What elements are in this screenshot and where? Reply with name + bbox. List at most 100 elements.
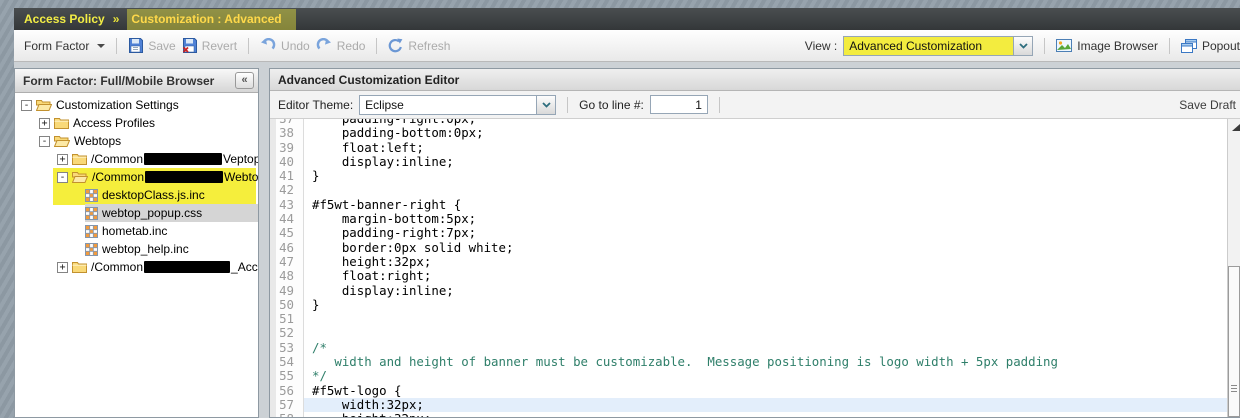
expand-plus-icon[interactable]: + xyxy=(57,153,68,165)
form-factor-dropdown[interactable]: Form Factor xyxy=(24,39,106,53)
save-draft-button[interactable]: Save Draft xyxy=(1179,98,1236,112)
code-line-text: #f5wt-logo { xyxy=(312,382,402,398)
folder-closed-icon xyxy=(72,261,87,273)
code-line-text: height:32px; xyxy=(304,411,1227,417)
code-line[interactable]: 44 margin-bottom:5px; xyxy=(270,211,1227,227)
code-line[interactable]: 46 border:0px solid white; xyxy=(270,240,1227,255)
view-select[interactable]: Advanced Customization xyxy=(843,35,1034,56)
code-line[interactable]: 45 padding-right:7px; xyxy=(270,225,1227,241)
expand-plus-icon[interactable]: + xyxy=(39,117,50,129)
code-line[interactable]: 50 } xyxy=(270,296,1227,313)
chevron-down-icon[interactable] xyxy=(1013,36,1033,55)
resize-handle-icon xyxy=(1232,124,1240,131)
code-editor[interactable]: 37 padding-right:0px; 38 padding-bottom:… xyxy=(270,119,1240,417)
line-number: 49 xyxy=(270,283,304,298)
code-line-text: #f5wt-banner-right { xyxy=(312,196,462,212)
tree-item-customization-settings[interactable]: - Customization Settings xyxy=(15,96,258,114)
code-line-text: display:inline; xyxy=(312,153,454,169)
folder-open-icon xyxy=(54,135,70,147)
chevron-down-icon[interactable] xyxy=(536,95,556,114)
code-lines: 37 padding-right:0px; 38 padding-bottom:… xyxy=(270,119,1240,417)
tree-item-common-webtop-2[interactable]: - /CommonWebtop xyxy=(15,168,258,186)
breadcrumb-section[interactable]: Access Policy xyxy=(24,12,105,26)
collapse-minus-icon[interactable]: - xyxy=(21,99,32,111)
code-line-text: /* xyxy=(312,339,327,355)
refresh-button[interactable]: Refresh xyxy=(388,38,450,53)
code-line[interactable]: 42 xyxy=(270,183,1227,198)
code-line[interactable]: 38 padding-bottom:0px; xyxy=(270,125,1227,141)
code-line[interactable]: 53 /* xyxy=(270,339,1227,356)
tree-item-label: webtop_popup.css xyxy=(102,206,203,220)
tree-item-common-webtop-1[interactable]: + /Common Veptop xyxy=(15,150,258,168)
code-line[interactable]: 54 width and height of banner must be cu… xyxy=(270,354,1227,370)
line-number: 53 xyxy=(270,340,304,356)
undo-label: Undo xyxy=(281,38,310,53)
popout-button[interactable]: Popout xyxy=(1180,38,1240,53)
collapse-panel-button[interactable]: « xyxy=(235,72,254,89)
vertical-scrollbar[interactable] xyxy=(1227,119,1240,417)
undo-button[interactable]: Undo xyxy=(260,38,310,53)
code-line-text: width and height of banner must be custo… xyxy=(312,354,1058,370)
folder-closed-icon xyxy=(72,153,87,165)
toolbar-divider xyxy=(567,96,569,113)
view-select-value-highlighted: Advanced Customization xyxy=(844,36,1014,55)
image-browser-button[interactable]: Image Browser xyxy=(1056,39,1158,53)
toolbar-divider xyxy=(1044,37,1046,54)
editor-title-bar: Advanced Customization Editor xyxy=(270,69,1240,91)
file-icon xyxy=(85,242,98,256)
redaction-bar xyxy=(144,261,231,273)
code-line-text: padding-bottom:0px; xyxy=(312,125,484,141)
tree-item-webtops[interactable]: - Webtops xyxy=(15,132,258,150)
line-number: 45 xyxy=(270,226,304,241)
line-number: 57 xyxy=(270,397,304,413)
refresh-icon xyxy=(389,38,403,53)
code-line[interactable]: 55 */ xyxy=(270,369,1227,384)
revert-button[interactable]: Revert xyxy=(182,38,237,53)
tree-item-hometab-inc[interactable]: hometab.inc xyxy=(15,222,258,240)
collapse-minus-icon[interactable]: - xyxy=(57,171,68,183)
editor-theme-label: Editor Theme: xyxy=(278,97,354,112)
line-number: 42 xyxy=(270,183,304,198)
code-line-text: } xyxy=(312,296,320,312)
tree-item-common-access-webtop[interactable]: + /Common_Access_W xyxy=(15,258,258,276)
scrollbar-thumb[interactable] xyxy=(1228,266,1240,417)
code-line-text: margin-bottom:5px; xyxy=(312,211,477,227)
main-toolbar: Form Factor Save Revert Undo Redo Refres… xyxy=(14,30,1240,62)
code-line[interactable]: 40 display:inline; xyxy=(270,153,1227,170)
tree-item-desktopclass-js-inc[interactable]: desktopClass.js.inc xyxy=(15,186,258,204)
code-line[interactable]: 52 xyxy=(270,326,1227,341)
expand-plus-icon[interactable]: + xyxy=(57,261,68,273)
code-line[interactable]: 58 height:32px; xyxy=(270,411,1227,417)
code-line[interactable]: 48 float:right; xyxy=(270,268,1227,284)
tree-item-access-profiles[interactable]: + Access Profiles xyxy=(15,114,258,132)
line-number: 54 xyxy=(270,354,304,370)
line-number: 55 xyxy=(270,369,304,384)
goto-line-label: Go to line #: xyxy=(579,97,644,112)
code-line[interactable]: 47 height:32px; xyxy=(270,253,1227,270)
code-line-text: padding-right:7px; xyxy=(312,225,477,241)
redo-button[interactable]: Redo xyxy=(316,38,365,53)
save-icon xyxy=(129,38,144,53)
toolbar-divider xyxy=(376,37,378,54)
save-button[interactable]: Save xyxy=(128,38,176,53)
code-line[interactable]: 51 xyxy=(270,311,1227,327)
code-line[interactable]: 39 float:left; xyxy=(270,140,1227,155)
tree-item-label: webtop_help.inc xyxy=(102,242,189,256)
main-area: Form Factor: Full/Mobile Browser « - Cus… xyxy=(14,62,1240,418)
collapse-minus-icon[interactable]: - xyxy=(39,135,50,147)
tree-item-label: Customization Settings xyxy=(56,98,179,112)
code-line[interactable]: 43 #f5wt-banner-right { xyxy=(270,196,1227,213)
redo-icon xyxy=(316,38,331,50)
tree-item-webtop-help-inc[interactable]: webtop_help.inc xyxy=(15,240,258,258)
code-line[interactable]: 56 #f5wt-logo { xyxy=(270,382,1227,398)
editor-theme-select[interactable]: Eclipse xyxy=(359,94,557,115)
tree-item-webtop-popup-css[interactable]: webtop_popup.css xyxy=(15,204,258,222)
code-line[interactable]: 41 } xyxy=(270,168,1227,184)
code-line[interactable]: 57 width:32px; xyxy=(270,397,1227,413)
goto-line-input[interactable] xyxy=(649,95,708,114)
code-line[interactable]: 49 display:inline; xyxy=(270,283,1227,298)
code-line-text: height:32px; xyxy=(312,253,432,269)
image-browser-label: Image Browser xyxy=(1077,38,1158,53)
